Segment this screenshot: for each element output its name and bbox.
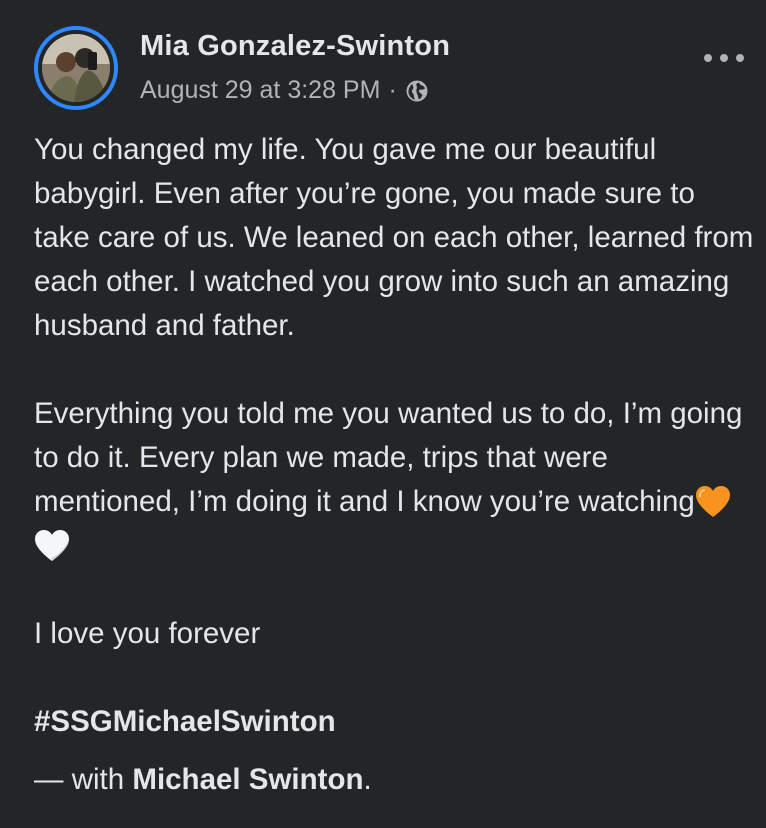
avatar-photo	[42, 34, 110, 102]
with-prefix: — with	[34, 763, 125, 796]
avatar[interactable]	[42, 34, 110, 102]
white-heart-emoji	[35, 530, 69, 561]
dot	[704, 54, 712, 62]
post-timestamp[interactable]: August 29 at 3:28 PM	[140, 76, 380, 105]
tagged-with: — with Michael Swinton.	[34, 758, 754, 802]
tagged-person-link[interactable]: Michael Swinton	[132, 763, 363, 796]
more-options-icon[interactable]	[704, 48, 744, 68]
post-paragraph-2-text: Everything you told me you wanted us to …	[34, 397, 743, 518]
dot	[720, 54, 728, 62]
author-name[interactable]: Mia Gonzalez-Swinton	[140, 30, 450, 63]
with-suffix: .	[363, 763, 372, 796]
post-body: You changed my life. You gave me our bea…	[34, 128, 754, 802]
post-meta: August 29 at 3:28 PM ·	[140, 76, 429, 105]
post-header: Mia Gonzalez-Swinton August 29 at 3:28 P…	[34, 26, 744, 110]
post-paragraph-1: You changed my life. You gave me our bea…	[34, 133, 754, 342]
post-card: Mia Gonzalez-Swinton August 29 at 3:28 P…	[0, 0, 766, 828]
globe-icon[interactable]	[405, 79, 429, 103]
hashtag-link[interactable]: #SSGMichaelSwinton	[34, 700, 754, 744]
post-paragraph-2: Everything you told me you wanted us to …	[34, 392, 754, 568]
post-paragraph-3: I love you forever	[34, 617, 261, 650]
orange-heart-emoji	[695, 486, 730, 517]
dot	[736, 54, 744, 62]
story-ring[interactable]	[34, 26, 118, 110]
meta-separator: ·	[388, 76, 397, 104]
